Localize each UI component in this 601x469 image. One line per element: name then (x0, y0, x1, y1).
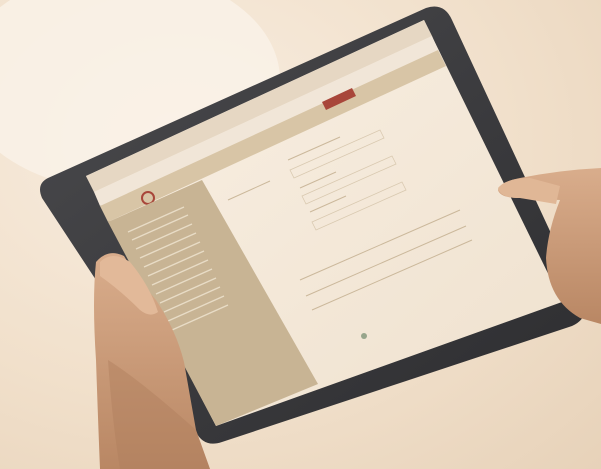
photo-scene (0, 0, 601, 469)
photo-svg (0, 0, 601, 469)
form-radio[interactable] (361, 333, 367, 339)
